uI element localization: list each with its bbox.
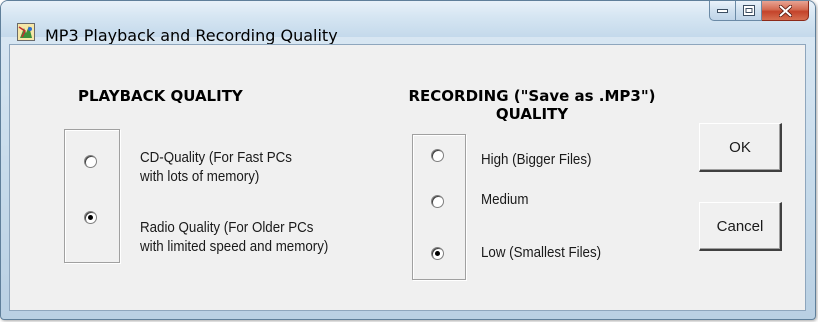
playback-group [64, 129, 120, 263]
medium-quality-radio[interactable] [431, 195, 444, 208]
medium-quality-label[interactable]: Medium [481, 191, 528, 210]
cd-quality-label[interactable]: CD-Quality (For Fast PCs with lots of me… [140, 149, 292, 187]
ok-button[interactable]: OK [699, 123, 782, 172]
title-bar[interactable]: MP3 Playback and Recording Quality [1, 1, 815, 45]
recording-heading: RECORDING ("Save as .MP3") QUALITY [408, 87, 656, 123]
playback-heading: PLAYBACK QUALITY [78, 87, 243, 105]
app-icon [17, 23, 35, 41]
dialog-client-area: PLAYBACK QUALITY CD-Quality (For Fast PC… [9, 44, 806, 311]
low-quality-label[interactable]: Low (Smallest Files) [481, 244, 601, 263]
minimize-icon [717, 8, 728, 13]
radio-quality-radio[interactable] [84, 211, 97, 224]
close-button[interactable] [762, 1, 809, 21]
close-icon [778, 4, 792, 17]
high-quality-label[interactable]: High (Bigger Files) [481, 151, 591, 170]
radio-quality-label[interactable]: Radio Quality (For Older PCs with limite… [140, 219, 328, 257]
window-title: MP3 Playback and Recording Quality [45, 26, 338, 45]
maximize-button[interactable] [736, 1, 762, 21]
dialog-window: MP3 Playback and Recording Quality PLAYB… [0, 0, 816, 320]
caption-buttons [709, 1, 809, 22]
high-quality-radio[interactable] [431, 149, 444, 162]
maximize-icon [742, 5, 755, 16]
cd-quality-radio[interactable] [84, 155, 97, 168]
minimize-button[interactable] [709, 1, 736, 21]
cancel-button[interactable]: Cancel [699, 202, 782, 251]
low-quality-radio[interactable] [431, 247, 444, 260]
